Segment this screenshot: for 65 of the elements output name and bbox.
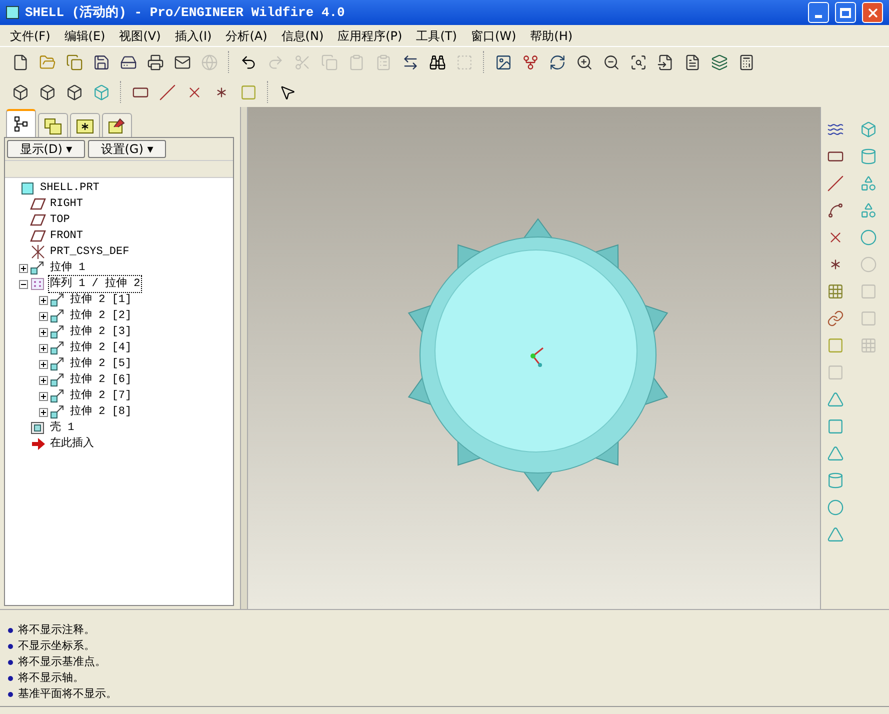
tree-item[interactable]: 拉伸 2 [8] — [68, 402, 134, 422]
message-text: 不显示坐标系。 — [18, 638, 95, 654]
menu-item[interactable]: 工具(T) — [410, 26, 463, 44]
tree-item[interactable]: 拉伸 2 [6] — [68, 370, 134, 390]
menu-item[interactable]: 分析(A) — [220, 26, 274, 44]
tree-item[interactable]: RIGHT — [48, 194, 86, 214]
message-text: 将不显示基准点。 — [18, 654, 106, 670]
bullet-icon — [8, 628, 13, 632]
menu-item[interactable]: 文件(F) — [4, 26, 56, 44]
tree-item[interactable]: PRT_CSYS_DEF — [48, 242, 132, 262]
dropdown-button[interactable]: 设置(G) ▾ — [88, 140, 166, 158]
tree-item[interactable]: 拉伸 2 [2] — [68, 306, 134, 326]
expand-toggle-icon[interactable] — [39, 408, 48, 416]
expand-toggle-icon[interactable] — [39, 312, 48, 320]
tree-item[interactable]: 壳 1 — [48, 418, 76, 438]
menu-item[interactable]: 帮助(H) — [524, 26, 579, 44]
favorites-tab[interactable] — [102, 113, 132, 137]
tree-item[interactable]: 在此插入 — [48, 434, 96, 454]
message-text: 基准平面将不显示。 — [18, 686, 117, 702]
close-button[interactable] — [862, 2, 883, 23]
app-icon — [6, 6, 19, 19]
insert-arrow-icon — [30, 437, 46, 451]
message-text: 将不显示注释。 — [18, 622, 95, 638]
tree-item[interactable]: 拉伸 1 — [48, 258, 88, 278]
expand-toggle-icon[interactable] — [39, 376, 48, 384]
expand-toggle-icon[interactable] — [19, 264, 28, 272]
expand-toggle-icon[interactable] — [39, 296, 48, 304]
message-text: 将不显示轴。 — [18, 670, 84, 686]
tree-item[interactable]: TOP — [48, 210, 72, 230]
bullet-icon — [8, 692, 13, 696]
tree-icon — [13, 116, 29, 132]
part-icon — [20, 181, 36, 195]
stacked-squares-icon — [44, 116, 62, 134]
expand-toggle-icon[interactable] — [39, 344, 48, 352]
expand-toggle-icon[interactable] — [39, 392, 48, 400]
expand-toggle-icon[interactable] — [39, 328, 48, 336]
tree-item[interactable]: 阵列 1 / 拉伸 2 — [48, 274, 142, 294]
folder-tab[interactable] — [70, 113, 100, 137]
tree-item[interactable]: 拉伸 2 [5] — [68, 354, 134, 374]
window-title: SHELL (活动的) - Pro/ENGINEER Wildfire 4.0 — [25, 4, 346, 22]
tree-item[interactable]: SHELL.PRT — [38, 178, 102, 198]
menu-item[interactable]: 编辑(E) — [58, 26, 112, 44]
bullet-icon — [8, 660, 13, 664]
menu-item[interactable]: 信息(N) — [275, 26, 330, 44]
tree-item[interactable]: 拉伸 2 [7] — [68, 386, 134, 406]
coordinate-system-icon — [30, 245, 46, 259]
maximize-button[interactable] — [835, 2, 856, 23]
menu-item[interactable]: 窗口(W) — [464, 26, 522, 44]
tree-tab[interactable] — [6, 109, 36, 137]
bullet-icon — [8, 644, 13, 648]
bullet-icon — [8, 676, 13, 680]
menu-item[interactable]: 应用程序(P) — [332, 26, 408, 44]
tree-item[interactable]: FRONT — [48, 226, 86, 246]
tree-item[interactable]: 拉伸 2 [3] — [68, 322, 134, 342]
collapse-toggle-icon[interactable] — [19, 280, 28, 288]
tree-item[interactable]: 拉伸 2 [1] — [68, 290, 134, 310]
menu-item[interactable]: 视图(V) — [113, 26, 167, 44]
minimize-button[interactable] — [808, 2, 829, 23]
folder-hammer-icon — [108, 116, 126, 134]
layers-tab[interactable] — [38, 113, 68, 137]
dropdown-button[interactable]: 显示(D) ▾ — [7, 140, 85, 158]
menu-item[interactable]: 插入(I) — [168, 26, 218, 44]
close-icon — [866, 6, 880, 20]
tree-item[interactable]: 拉伸 2 [4] — [68, 338, 134, 358]
expand-toggle-icon[interactable] — [39, 360, 48, 368]
